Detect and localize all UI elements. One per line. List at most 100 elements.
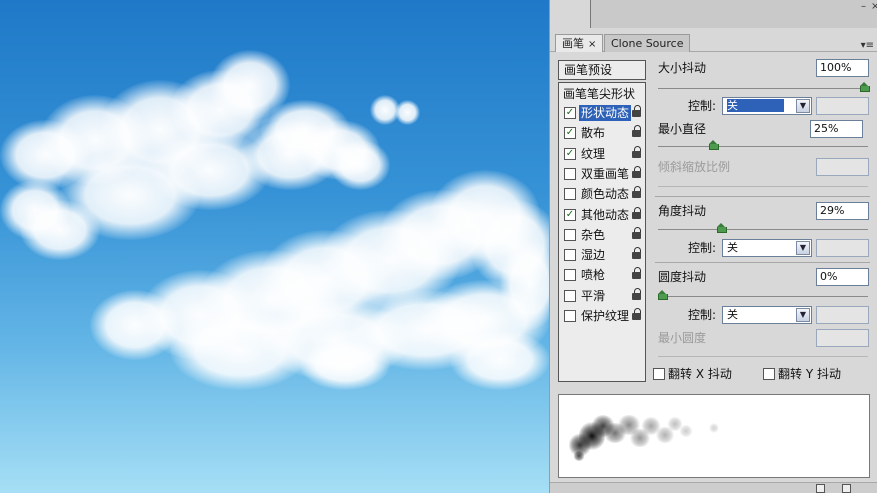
brush-option-item[interactable]: ✓ 形状动态	[559, 104, 645, 122]
tab-brush[interactable]: 画笔 ×	[555, 34, 604, 52]
cloud-puff	[395, 100, 420, 125]
size-control-select[interactable]: 关 ▼	[722, 97, 812, 115]
option-label: 湿边	[581, 248, 606, 263]
angle-control-value: 关	[727, 241, 738, 254]
brush-option-item[interactable]: 双重画笔	[559, 165, 645, 183]
panel-menu-icon[interactable]: ▾≡	[861, 40, 874, 51]
option-checkbox[interactable]: ✓	[564, 107, 576, 119]
size-control-value: 关	[727, 99, 784, 112]
cloud-puff	[330, 140, 390, 190]
flip-y-jitter[interactable]: 翻转 Y 抖动	[763, 366, 841, 382]
flip-y-checkbox[interactable]	[763, 368, 775, 380]
size-control-label: 控制:	[688, 99, 717, 113]
min-diameter-field[interactable]: 25%	[810, 120, 863, 138]
panel-title-bar[interactable]: – ×	[590, 0, 877, 28]
chevron-down-icon[interactable]: ▼	[796, 99, 810, 113]
tab-clone-source-label: Clone Source	[611, 37, 684, 50]
brush-option-item[interactable]: 平滑	[559, 287, 645, 305]
tab-clone-source[interactable]: Clone Source	[604, 34, 691, 52]
document-canvas[interactable]	[0, 0, 549, 493]
option-checkbox[interactable]: ✓	[564, 147, 576, 160]
lock-icon[interactable]	[632, 125, 642, 138]
brush-option-item[interactable]: 杂色	[559, 226, 645, 244]
brush-option-item[interactable]: ✓ 纹理	[559, 145, 645, 163]
brush-tip-shape-item[interactable]: 画笔笔尖形状	[563, 85, 635, 103]
roundness-control-fade-field	[816, 306, 869, 324]
option-checkbox[interactable]	[564, 249, 576, 262]
roundness-jitter-slider[interactable]	[658, 290, 868, 300]
chevron-down-icon[interactable]: ▼	[796, 308, 810, 322]
option-checkbox[interactable]	[564, 310, 576, 322]
lock-icon[interactable]	[632, 145, 642, 159]
cloud-puff	[300, 340, 390, 390]
roundness-control-label: 控制:	[688, 308, 717, 322]
option-checkbox[interactable]: ✓	[564, 127, 576, 140]
trash-icon[interactable]	[842, 484, 851, 493]
roundness-jitter-slider-thumb[interactable]	[658, 290, 668, 300]
option-label: 双重画笔	[581, 166, 630, 181]
option-label: 保护纹理	[581, 309, 630, 323]
angle-jitter-slider[interactable]	[658, 223, 868, 233]
brush-dab	[709, 423, 719, 433]
lock-icon[interactable]	[632, 165, 642, 179]
angle-control-fade-field	[816, 239, 869, 257]
size-control-fade-field	[816, 97, 869, 115]
brush-option-item[interactable]: ✓ 其他动态	[559, 206, 645, 224]
size-jitter-field[interactable]: 100%	[816, 59, 869, 77]
brush-presets-button[interactable]: 画笔预设	[558, 60, 646, 80]
flip-y-label: 翻转 Y 抖动	[778, 367, 841, 381]
tab-close-icon[interactable]: ×	[588, 39, 596, 50]
option-label: 纹理	[581, 146, 606, 161]
brush-stroke-preview	[558, 394, 870, 478]
min-diameter-slider[interactable]	[658, 140, 868, 150]
brush-option-item[interactable]: 颜色动态	[559, 185, 645, 203]
tab-brush-label: 画笔	[562, 37, 584, 50]
minimize-icon[interactable]: –	[861, 2, 866, 12]
size-jitter-slider[interactable]	[658, 82, 870, 92]
option-label: 颜色动态	[581, 187, 630, 202]
option-checkbox[interactable]	[564, 289, 576, 302]
brush-options-list: 画笔笔尖形状 ✓ 形状动态 ✓ 散布 ✓ 纹理 双重画笔 颜色动态 ✓ 其他动态 杂色 湿边 喷枪 平滑保…	[558, 82, 646, 382]
option-checkbox[interactable]	[564, 188, 576, 201]
lock-icon[interactable]	[632, 206, 642, 220]
angle-jitter-field[interactable]: 29%	[816, 202, 869, 220]
size-jitter-slider-thumb[interactable]	[860, 82, 870, 92]
brush-option-item[interactable]: 湿边	[559, 246, 645, 264]
panel-bottom-bar	[550, 482, 877, 493]
lock-icon[interactable]	[632, 287, 642, 301]
flip-x-jitter[interactable]: 翻转 X 抖动	[653, 366, 732, 382]
lock-icon[interactable]	[632, 247, 642, 260]
option-label: 喷枪	[581, 268, 606, 283]
brush-option-item[interactable]: 喷枪	[559, 266, 645, 284]
roundness-jitter-field[interactable]: 0%	[816, 268, 869, 286]
new-preset-icon[interactable]	[816, 484, 825, 493]
lock-icon[interactable]	[632, 267, 642, 280]
cloud-puff	[20, 200, 100, 260]
flip-x-checkbox[interactable]	[653, 368, 665, 380]
brush-panel: – × 画笔 × Clone Source ▾≡ 画笔预设 画笔笔尖形状 ✓ 形状动…	[549, 0, 877, 493]
lock-icon[interactable]	[632, 105, 642, 118]
brush-option-item[interactable]: ✓ 散布	[559, 124, 645, 142]
lock-icon[interactable]	[632, 308, 642, 321]
angle-control-label: 控制:	[688, 241, 717, 255]
min-roundness-label: 最小圆度	[658, 331, 707, 345]
option-label: 其他动态	[581, 207, 630, 222]
option-checkbox[interactable]	[564, 167, 576, 180]
min-diameter-slider-thumb[interactable]	[709, 140, 719, 150]
roundness-control-value: 关	[727, 308, 738, 321]
tilt-scale-slider	[658, 186, 868, 187]
min-diameter-label: 最小直径	[658, 122, 707, 136]
close-icon[interactable]: ×	[871, 2, 877, 12]
chevron-down-icon[interactable]: ▼	[796, 241, 810, 255]
angle-jitter-label: 角度抖动	[658, 204, 707, 218]
roundness-control-select[interactable]: 关 ▼	[722, 306, 812, 324]
option-checkbox[interactable]	[564, 228, 576, 241]
angle-jitter-slider-thumb[interactable]	[717, 223, 727, 233]
angle-control-select[interactable]: 关 ▼	[722, 239, 812, 257]
tilt-scale-field	[816, 158, 869, 176]
option-checkbox[interactable]	[564, 269, 576, 282]
lock-icon[interactable]	[632, 186, 642, 199]
brush-option-item[interactable]: 保护纹理	[559, 307, 645, 325]
lock-icon[interactable]	[632, 226, 642, 240]
option-checkbox[interactable]: ✓	[564, 208, 576, 221]
